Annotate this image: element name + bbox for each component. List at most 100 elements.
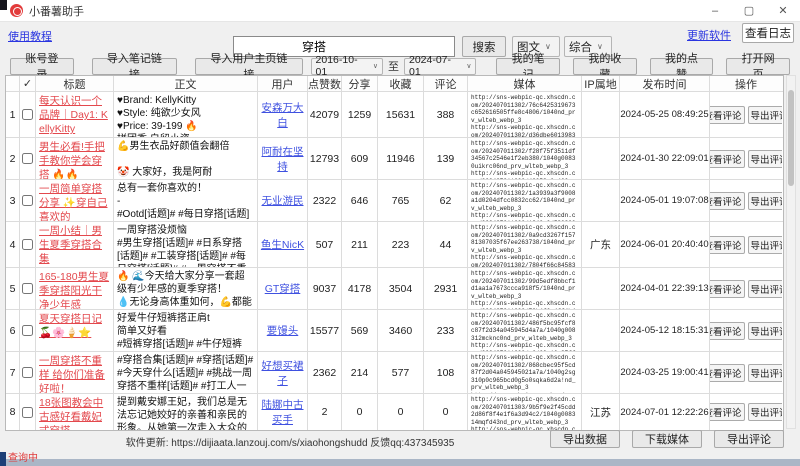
- row-checkbox[interactable]: [22, 153, 33, 164]
- note-title-cell: 18张图教会中古感好看戴妃式穿搭: [36, 394, 114, 430]
- note-title-link[interactable]: 一周小结｜男生夏季穿搭合集: [39, 224, 110, 267]
- row-checkbox[interactable]: [22, 325, 33, 336]
- row-index: 4: [6, 222, 20, 267]
- publish-time: 2024-04-01 22:39:13: [620, 268, 710, 309]
- view-comments-button[interactable]: 查看评论: [710, 192, 745, 210]
- user-link[interactable]: 阿耐在坚持: [258, 144, 307, 174]
- user-link[interactable]: 安森万大白: [258, 100, 307, 130]
- user-link[interactable]: GT穿搭: [265, 281, 301, 296]
- maximize-button[interactable]: ▢: [732, 0, 766, 22]
- export-comments-button[interactable]: 导出评论: [748, 322, 783, 340]
- status-message: 查询中: [8, 449, 38, 464]
- note-title-cell: 一周简单穿搭分享 ✨穿自己喜欢的: [36, 180, 114, 221]
- export-comments-button[interactable]: 导出评论: [748, 403, 783, 421]
- ip-location: 广东: [582, 222, 620, 267]
- import-user-home-links-button[interactable]: 导入用户主页链接: [195, 58, 302, 75]
- my-notes-button[interactable]: 我的笔记: [496, 58, 560, 75]
- user-link[interactable]: 要馒头: [267, 323, 299, 338]
- ip-location: [582, 92, 620, 137]
- note-title-link[interactable]: 每天认识一个品牌｜Day1: KellyKitty: [39, 94, 110, 137]
- likes-count: 507: [308, 222, 342, 267]
- row-checkbox[interactable]: [22, 283, 33, 294]
- note-title-link[interactable]: 一周简单穿搭分享 ✨穿自己喜欢的: [39, 182, 110, 221]
- export-comments-button[interactable]: 导出评论: [748, 364, 783, 382]
- likes-count: 2322: [308, 180, 342, 221]
- close-button[interactable]: ✕: [766, 0, 800, 22]
- note-title-link[interactable]: 夏天穿搭日记🍒🌸🍦⭐: [39, 312, 110, 340]
- import-note-links-button[interactable]: 导入笔记链接: [92, 58, 178, 75]
- collects-count: 577: [378, 352, 424, 393]
- view-comments-button[interactable]: 查看评论: [710, 322, 745, 340]
- comments-count: 233: [424, 310, 468, 351]
- header-time: 发布时间: [620, 76, 710, 91]
- open-webpage-button[interactable]: 打开网页: [726, 58, 790, 75]
- note-title-cell: 165-180男生夏季穿搭阳光干净少年感: [36, 268, 114, 309]
- export-comments-button[interactable]: 导出评论: [748, 192, 783, 210]
- view-comments-button[interactable]: 查看评论: [710, 236, 745, 254]
- comments-count: 62: [424, 180, 468, 221]
- export-comments-button[interactable]: 导出评论: [748, 236, 783, 254]
- note-title-link[interactable]: 18张图教会中古感好看戴妃式穿搭: [39, 396, 110, 430]
- date-to-select[interactable]: 2024-07-01 ∨: [404, 58, 476, 75]
- note-title-link[interactable]: 一周穿搭不重样 给你们准备好啦！: [39, 354, 110, 393]
- date-from-select[interactable]: 2016-10-01 ∨: [311, 58, 383, 75]
- row-checkbox-cell: [20, 222, 36, 267]
- header-likes: 点赞数: [308, 76, 342, 91]
- row-checkbox-cell: [20, 138, 36, 179]
- note-body-text: ♥Brand: KellyKitty ♥Style: 纯欲少女风 ♥Price:…: [117, 94, 201, 137]
- view-log-button[interactable]: 查看日志: [742, 23, 794, 43]
- desktop-artifact-bottom-left: [0, 452, 6, 466]
- collects-count: 3460: [378, 310, 424, 351]
- note-body-cell: 🔥 🌊今天给大家分享一套超级有少年感的夏季穿搭！ 💧无论身高体重如何，💪都能轻松…: [114, 268, 258, 309]
- view-comments-button[interactable]: 查看评论: [710, 403, 745, 421]
- search-button[interactable]: 搜索: [462, 36, 506, 57]
- export-comments-footer-button[interactable]: 导出评论: [714, 430, 784, 448]
- note-title-link[interactable]: 165-180男生夏季穿搭阳光干净少年感: [39, 270, 110, 309]
- download-media-button[interactable]: 下载媒体: [632, 430, 702, 448]
- note-body-cell: #穿搭合集[话题]# #穿搭[话题]# #今天穿什么[话题]# #挑战一周穿搭不…: [114, 352, 258, 393]
- media-cell: http://sns-webpic-qc.xhscdn.com/20240701…: [468, 180, 582, 221]
- footer-buttons: 导出数据 下载媒体 导出评论: [550, 430, 784, 448]
- export-comments-button[interactable]: 导出评论: [748, 106, 783, 124]
- view-comments-button[interactable]: 查看评论: [710, 150, 745, 168]
- row-checkbox-cell: [20, 180, 36, 221]
- row-checkbox[interactable]: [22, 367, 33, 378]
- shares-count: 1259: [342, 92, 378, 137]
- collects-count: 765: [378, 180, 424, 221]
- my-likes-button[interactable]: 我的点赞: [650, 58, 714, 75]
- header-user: 用户: [258, 76, 308, 91]
- row-checkbox[interactable]: [22, 239, 33, 250]
- update-software-link[interactable]: 更新软件: [687, 27, 731, 43]
- media-urls: http://sns-webpic-qc.xhscdn.com/20240701…: [471, 312, 578, 351]
- media-urls: http://sns-webpic-qc.xhscdn.com/20240701…: [471, 396, 578, 430]
- note-body-text: 🔥 🌊今天给大家分享一套超级有少年感的夏季穿搭！ 💧无论身高体重如何，💪都能轻松…: [117, 270, 254, 309]
- account-login-button[interactable]: 账号登录: [10, 58, 74, 75]
- collects-count: 0: [378, 394, 424, 430]
- likes-count: 2: [308, 394, 342, 430]
- view-comments-button[interactable]: 查看评论: [710, 280, 745, 298]
- titlebar: 小番薯助手 – ▢ ✕: [0, 0, 800, 22]
- user-link[interactable]: 鱼生NicK: [261, 237, 304, 252]
- user-link[interactable]: 陆娜中古买手: [258, 397, 307, 427]
- export-data-button[interactable]: 导出数据: [550, 430, 620, 448]
- note-body-cell: ♥Brand: KellyKitty ♥Style: 纯欲少女风 ♥Price:…: [114, 92, 258, 137]
- my-favorites-button[interactable]: 我的收藏: [573, 58, 637, 75]
- view-comments-button[interactable]: 查看评论: [710, 364, 745, 382]
- note-title-link[interactable]: 男生必看!手把手教你学会穿搭 🔥🔥: [39, 140, 110, 179]
- header-collects: 收藏: [378, 76, 424, 91]
- tutorial-link[interactable]: 使用教程: [8, 28, 52, 44]
- view-comments-button[interactable]: 查看评论: [710, 106, 745, 124]
- vertical-scrollbar[interactable]: [786, 75, 796, 429]
- header-checkbox[interactable]: ✓: [20, 76, 36, 91]
- user-link[interactable]: 无业游民: [262, 193, 304, 208]
- minimize-button[interactable]: –: [698, 0, 732, 22]
- app-logo-icon: [10, 4, 23, 17]
- row-checkbox[interactable]: [22, 109, 33, 120]
- row-checkbox[interactable]: [22, 407, 33, 418]
- user-link[interactable]: 好想买裙子: [258, 358, 307, 388]
- scrollbar-thumb[interactable]: [788, 90, 794, 186]
- row-checkbox[interactable]: [22, 195, 33, 206]
- export-comments-button[interactable]: 导出评论: [748, 280, 783, 298]
- export-comments-button[interactable]: 导出评论: [748, 150, 783, 168]
- ip-location: [582, 352, 620, 393]
